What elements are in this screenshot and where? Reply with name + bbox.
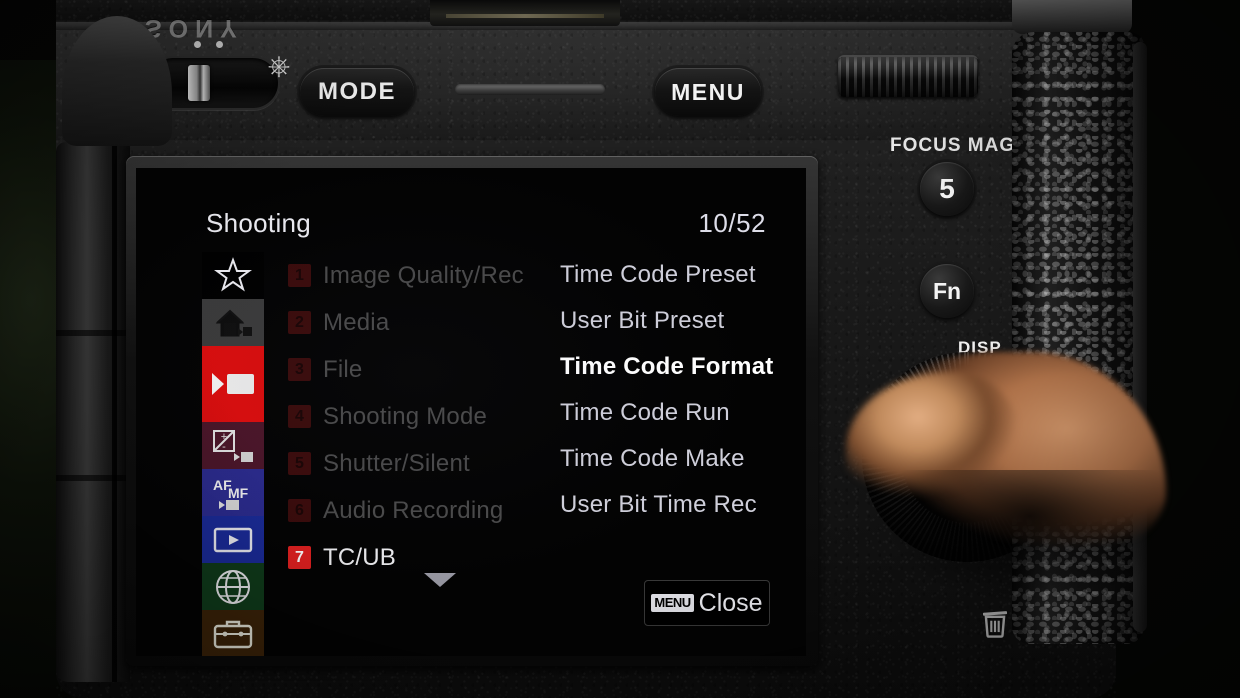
power-switch-knob[interactable] [188,65,210,101]
focus-icon: AF MF [211,476,255,510]
close-button-label: Close [698,588,763,617]
network-icon [214,568,252,606]
category-label: File [323,355,363,383]
sony-logo: SONY [145,14,244,42]
menu-item-row[interactable]: Time Code Make [560,436,806,482]
menu-item-row[interactable]: Time Code Preset [560,252,806,298]
power-icon: ⎈ [267,50,291,81]
power-indicator-dot-2 [216,41,223,48]
category-number: 6 [288,499,311,522]
menu-item-label: Time Code Make [560,445,745,472]
menu-category-row[interactable]: 5 Shutter/Silent [288,440,538,487]
category-number: 5 [288,452,311,475]
menu-item-row[interactable]: Time Code Run [560,390,806,436]
playback-icon[interactable] [202,516,264,563]
my-menu-star-icon [214,256,252,295]
fn-button[interactable]: Fn [920,264,974,318]
power-indicator-dot-1 [194,41,201,48]
setup-icon[interactable] [202,610,264,656]
exposure-color-icon: + - [212,429,254,463]
menu-item-label: User Bit Preset [560,307,725,334]
menu-category-row[interactable]: 3 File [288,346,538,393]
front-dial-shading [838,57,978,97]
my-menu-star-icon[interactable] [202,252,264,299]
focus-icon[interactable]: AF MF [202,469,264,516]
lcd-hinge [56,142,130,682]
category-number: 7 [288,546,311,569]
svg-text:-: - [222,441,226,453]
menu-item-label: Time Code Format [560,353,774,380]
lcd-hinge-seam [112,142,117,682]
hot-shoe [430,0,620,26]
category-label: Image Quality/Rec [323,261,524,289]
menu-item-label: Time Code Run [560,399,730,426]
setup-icon [212,618,254,650]
category-label: Media [323,308,390,336]
menu-category-row[interactable]: 4 Shooting Mode [288,393,538,440]
speaker-slot [455,84,605,95]
category-number: 3 [288,358,311,381]
lcd-screen[interactable]: Shooting 10/52 + - AF MF 1 Image Quality/Rec… [136,168,806,656]
category-number: 2 [288,311,311,334]
focus-mag-label: FOCUS MAG [890,135,1016,156]
page-indicator: 10/52 [698,208,766,238]
custom-button-5[interactable]: 5 [920,162,974,216]
menu-category-list[interactable]: 1 Image Quality/Rec 2 Media 3 File 4 Shooting M… [288,252,538,581]
lcd-hinge-band-1 [56,330,130,336]
category-number: 1 [288,264,311,287]
svg-text:MF: MF [228,485,249,501]
menu-item-row[interactable]: Time Code Format [560,344,806,390]
exposure-color-icon[interactable]: + - [202,422,264,469]
finger-shadow [830,470,1230,698]
front-dial[interactable] [838,55,978,97]
category-label: Shutter/Silent [323,449,470,477]
menu-button[interactable]: MENU [655,68,761,116]
close-button[interactable]: MENU Close [644,580,770,626]
menu-category-row[interactable]: 6 Audio Recording [288,487,538,534]
category-label: Audio Recording [323,496,504,524]
menu-tab-sidebar[interactable]: + - AF MF [202,252,264,656]
camera-rear-screenshot: SONY ⎈ MODE MENU FOCUS MAG 5 Fn DISP Sho… [0,0,1240,698]
network-icon[interactable] [202,563,264,610]
category-number: 4 [288,405,311,428]
movie-shooting-icon [210,369,256,399]
viewfinder-bump [1012,0,1132,34]
page-title: Shooting [206,208,312,238]
menu-item-list[interactable]: Time Code Preset User Bit Preset Time Code… [560,252,806,528]
main-shooting-icon[interactable] [202,299,264,346]
movie-shooting-icon[interactable] [202,346,264,422]
chevron-down-icon[interactable] [424,573,456,587]
menu-item-row[interactable]: User Bit Time Rec [560,482,806,528]
lcd-hinge-band-2 [56,475,130,481]
menu-category-row[interactable]: 7 TC/UB [288,534,538,581]
menu-item-label: Time Code Preset [560,261,756,288]
playback-icon [213,527,253,553]
main-shooting-icon [213,306,253,340]
category-label: TC/UB [323,543,396,571]
menu-category-row[interactable]: 1 Image Quality/Rec [288,252,538,299]
menu-item-label: User Bit Time Rec [560,491,757,518]
mode-button[interactable]: MODE [300,68,414,116]
category-label: Shooting Mode [323,402,488,430]
menu-key-tag: MENU [651,593,694,613]
menu-item-row[interactable]: User Bit Preset [560,298,806,344]
menu-category-row[interactable]: 2 Media [288,299,538,346]
